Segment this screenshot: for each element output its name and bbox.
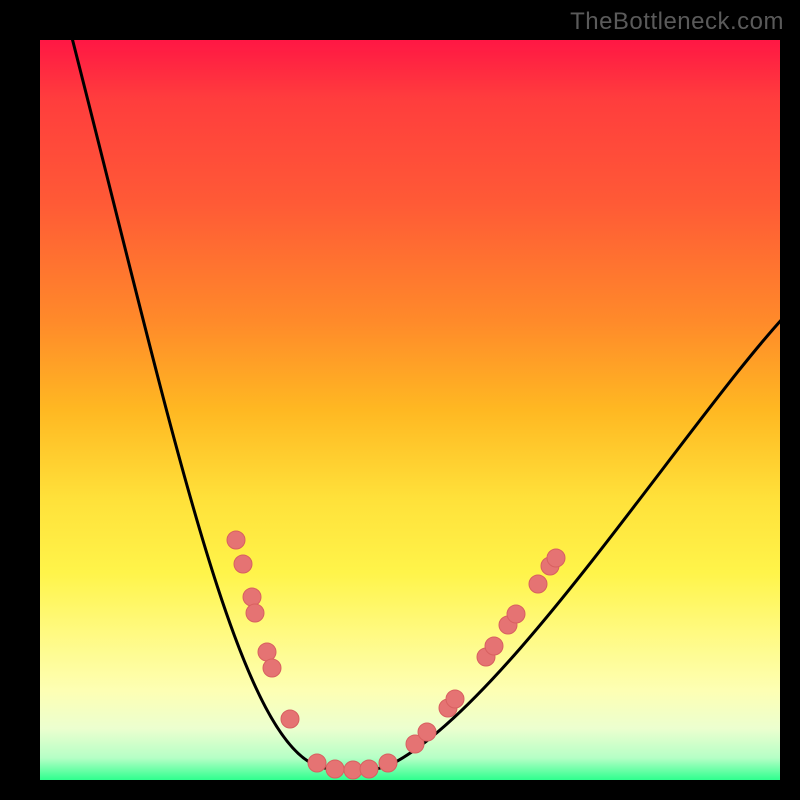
data-marker bbox=[281, 710, 299, 728]
watermark-text: TheBottleneck.com bbox=[570, 8, 784, 36]
data-marker bbox=[379, 754, 397, 772]
data-marker bbox=[263, 659, 281, 677]
data-marker bbox=[234, 555, 252, 573]
data-marker bbox=[418, 723, 436, 741]
chart-frame: TheBottleneck.com bbox=[0, 0, 800, 800]
data-marker bbox=[246, 604, 264, 622]
data-marker bbox=[529, 575, 547, 593]
data-marker bbox=[308, 754, 326, 772]
data-marker bbox=[507, 605, 525, 623]
plot-area bbox=[40, 40, 780, 780]
bottleneck-curve bbox=[70, 40, 780, 771]
data-marker bbox=[326, 760, 344, 778]
data-marker bbox=[243, 588, 261, 606]
data-marker bbox=[446, 690, 464, 708]
data-marker bbox=[227, 531, 245, 549]
curve-layer bbox=[40, 40, 780, 780]
data-marker bbox=[485, 637, 503, 655]
data-marker bbox=[258, 643, 276, 661]
data-marker bbox=[360, 760, 378, 778]
data-marker bbox=[344, 761, 362, 779]
data-marker bbox=[547, 549, 565, 567]
